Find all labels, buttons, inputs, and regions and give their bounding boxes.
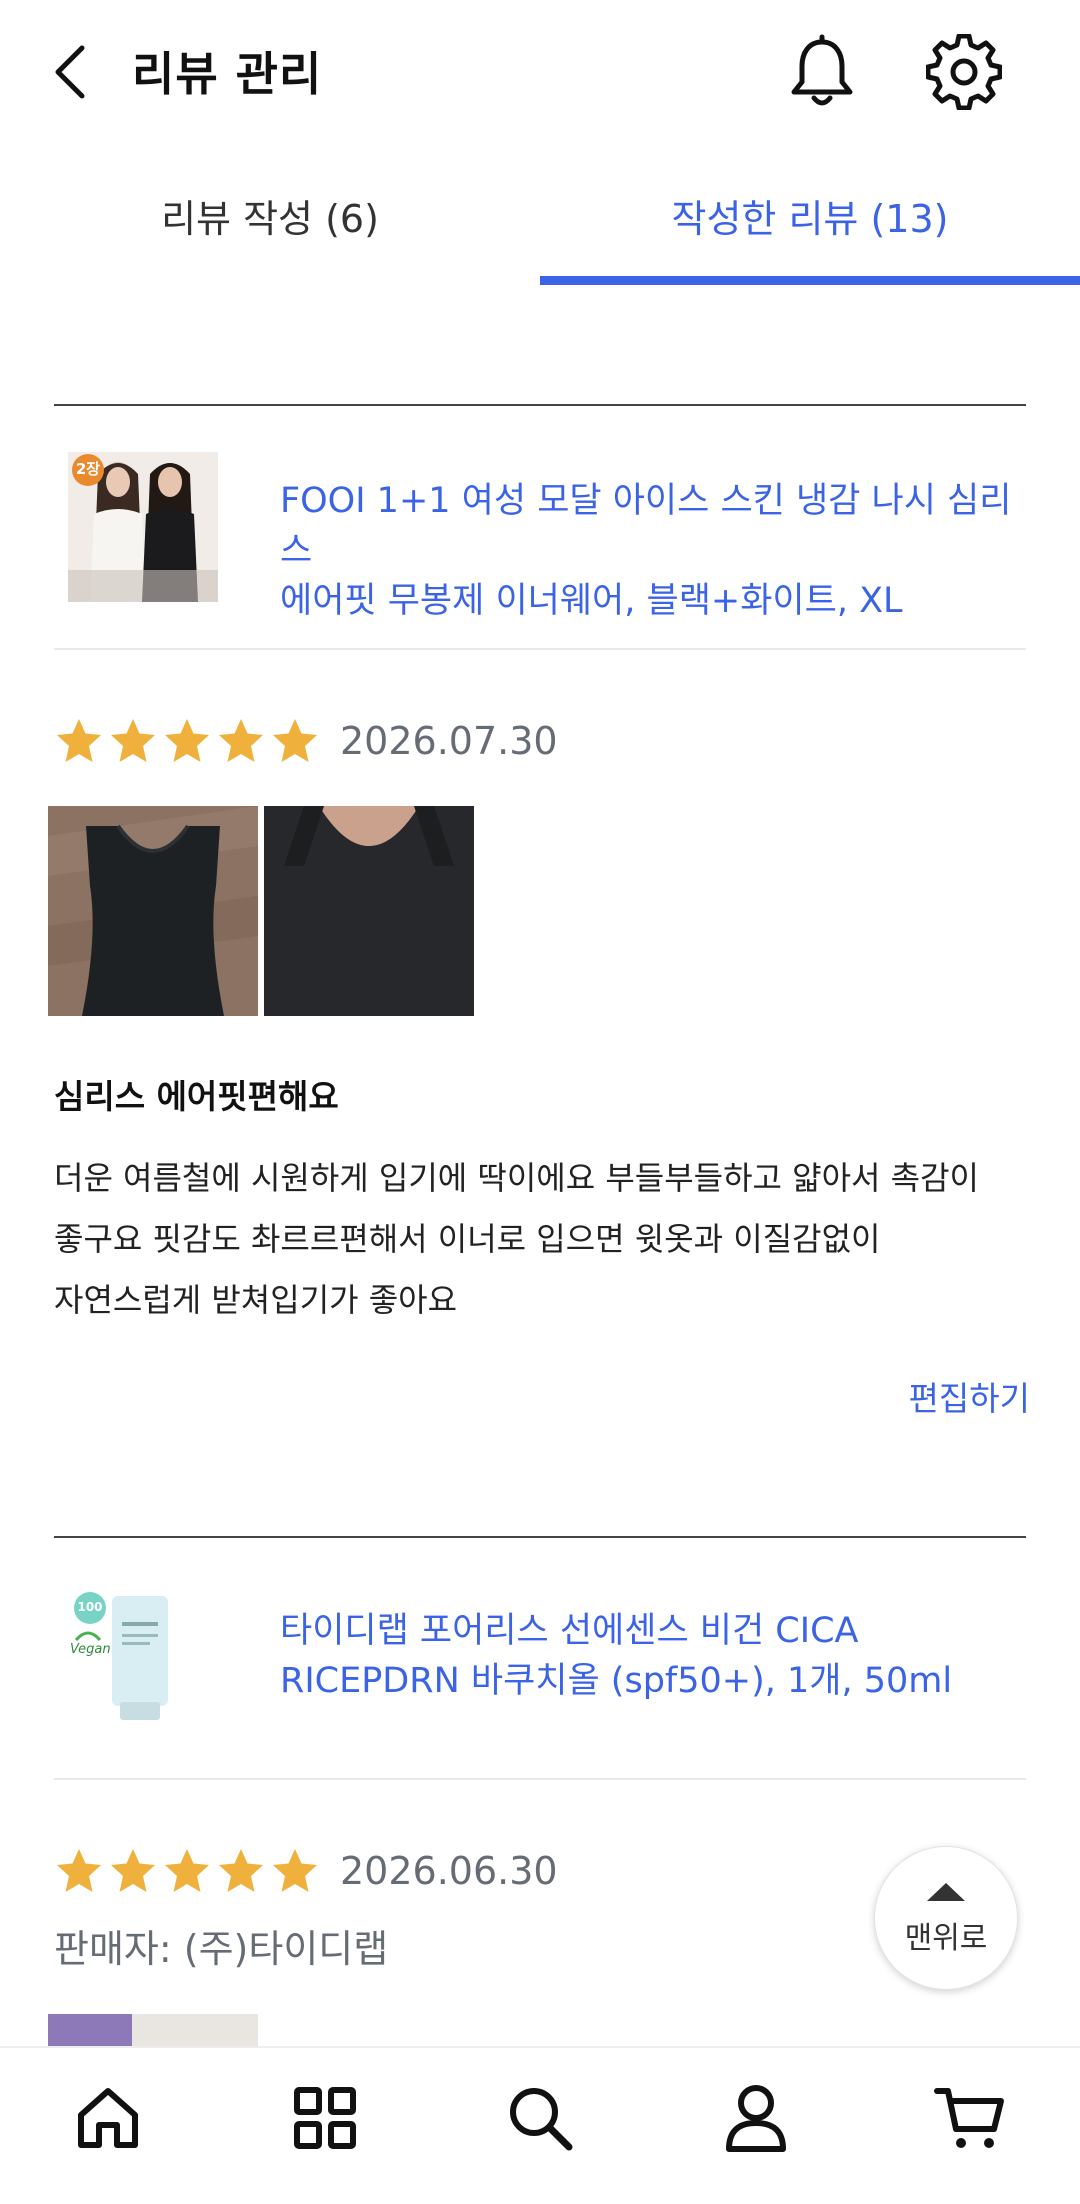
rating-row: 2026.07.30	[54, 711, 558, 771]
product-name-line: 타이디랩 포어리스 선에센스 비건 CICA	[280, 1611, 859, 1651]
star-icon	[165, 719, 209, 762]
review-date: 2026.06.30	[340, 1849, 558, 1893]
nav-cart[interactable]	[930, 2078, 1010, 2158]
star-icon	[273, 719, 317, 762]
star-icon	[165, 1849, 209, 1892]
bell-icon	[791, 34, 853, 106]
screen: 리뷰 관리 리뷰 작성 (6) 작성한 리뷰 (13) 2장 FOOI 1+1 …	[0, 0, 1080, 2204]
review-body-line: 더운 여름철에 시원하게 입기에 딱이에요 부들부들하고 얇아서 촉감이	[54, 1159, 979, 1197]
review-photo[interactable]	[48, 806, 258, 1016]
seller-name: 판매자: (주)타이디랩	[54, 1927, 389, 1971]
divider	[54, 648, 1026, 650]
product-name-line: RICEPDRN 바쿠치올 (spf50+), 1개, 50ml	[280, 1661, 953, 1701]
star-icon	[111, 719, 155, 762]
active-tab-indicator	[540, 276, 1080, 285]
product-badge: 100	[77, 1600, 103, 1614]
review-body-line: 자연스럽게 받쳐입기가 좋아요	[54, 1281, 458, 1319]
divider	[54, 1536, 1026, 1538]
divider	[54, 404, 1026, 406]
star-icon	[57, 1849, 101, 1892]
nav-categories[interactable]	[285, 2078, 365, 2158]
back-button[interactable]	[46, 36, 94, 108]
product-row[interactable]: 100 Vegan 타이디랩 포어리스 선에센스 비건 CICA RICEPDR…	[54, 1582, 1026, 1752]
chevron-left-icon	[55, 45, 85, 99]
product-row[interactable]: 2장 FOOI 1+1 여성 모달 아이스 스킨 냉감 나시 심리스 에어핏 무…	[54, 452, 1026, 622]
cart-icon	[934, 2088, 1004, 2148]
edit-review-button[interactable]: 편집하기	[909, 1372, 1030, 1420]
rating-row: 2026.06.30	[54, 1841, 558, 1901]
grid-icon	[294, 2087, 356, 2149]
review-photo[interactable]	[48, 2014, 258, 2048]
arrow-up-icon	[927, 1883, 965, 1901]
star-icon	[57, 719, 101, 762]
back-to-top-label: 맨위로	[904, 1921, 988, 1956]
product-name-line: 에어핏 무봉제 이너웨어, 블랙+화이트, XL	[280, 581, 903, 621]
nav-my-page[interactable]	[716, 2078, 796, 2158]
divider	[54, 1778, 1026, 1780]
page-title: 리뷰 관리	[132, 47, 323, 101]
product-name-link[interactable]: FOOI 1+1 여성 모달 아이스 스킨 냉감 나시 심리스 에어핏 무봉제 …	[280, 476, 1040, 626]
tab-written-reviews[interactable]: 작성한 리뷰 (13)	[540, 150, 1080, 280]
search-icon	[510, 2088, 573, 2151]
user-icon	[726, 2085, 786, 2152]
star-icon	[111, 1849, 155, 1892]
nav-search[interactable]	[500, 2078, 580, 2158]
vegan-badge: Vegan	[70, 1642, 111, 1657]
bottom-navigation	[0, 2046, 1080, 2204]
app-header: 리뷰 관리	[0, 0, 1080, 140]
star-rating	[54, 716, 320, 766]
settings-button[interactable]	[925, 33, 1003, 111]
product-thumbnail: 2장	[68, 452, 218, 602]
review-body-line: 좋구요 핏감도 촤르르편해서 이너로 입으면 윗옷과 이질감없이	[54, 1220, 881, 1258]
review-body: 더운 여름철에 시원하게 입기에 딱이에요 부들부들하고 얇아서 촉감이 좋구요…	[54, 1148, 1044, 1331]
notification-button[interactable]	[786, 34, 858, 110]
review-title: 심리스 에어핏편해요	[54, 1077, 339, 1116]
product-thumbnail: 100 Vegan	[68, 1582, 218, 1732]
product-badge: 2장	[75, 460, 101, 478]
review-tabs: 리뷰 작성 (6) 작성한 리뷰 (13)	[0, 150, 1080, 286]
review-date: 2026.07.30	[340, 719, 558, 763]
gear-icon	[925, 33, 1003, 111]
product-name-link[interactable]: 타이디랩 포어리스 선에센스 비건 CICA RICEPDRN 바쿠치올 (sp…	[280, 1606, 1040, 1706]
nav-home[interactable]	[68, 2078, 148, 2158]
star-icon	[273, 1849, 317, 1892]
tab-write-review[interactable]: 리뷰 작성 (6)	[0, 150, 540, 280]
home-icon	[78, 2088, 138, 2148]
star-rating	[54, 1846, 320, 1896]
star-icon	[219, 719, 263, 762]
review-photo[interactable]	[264, 806, 474, 1016]
star-icon	[219, 1849, 263, 1892]
back-to-top-button[interactable]: 맨위로	[874, 1846, 1018, 1990]
product-name-line: FOOI 1+1 여성 모달 아이스 스킨 냉감 나시 심리스	[280, 481, 1012, 571]
